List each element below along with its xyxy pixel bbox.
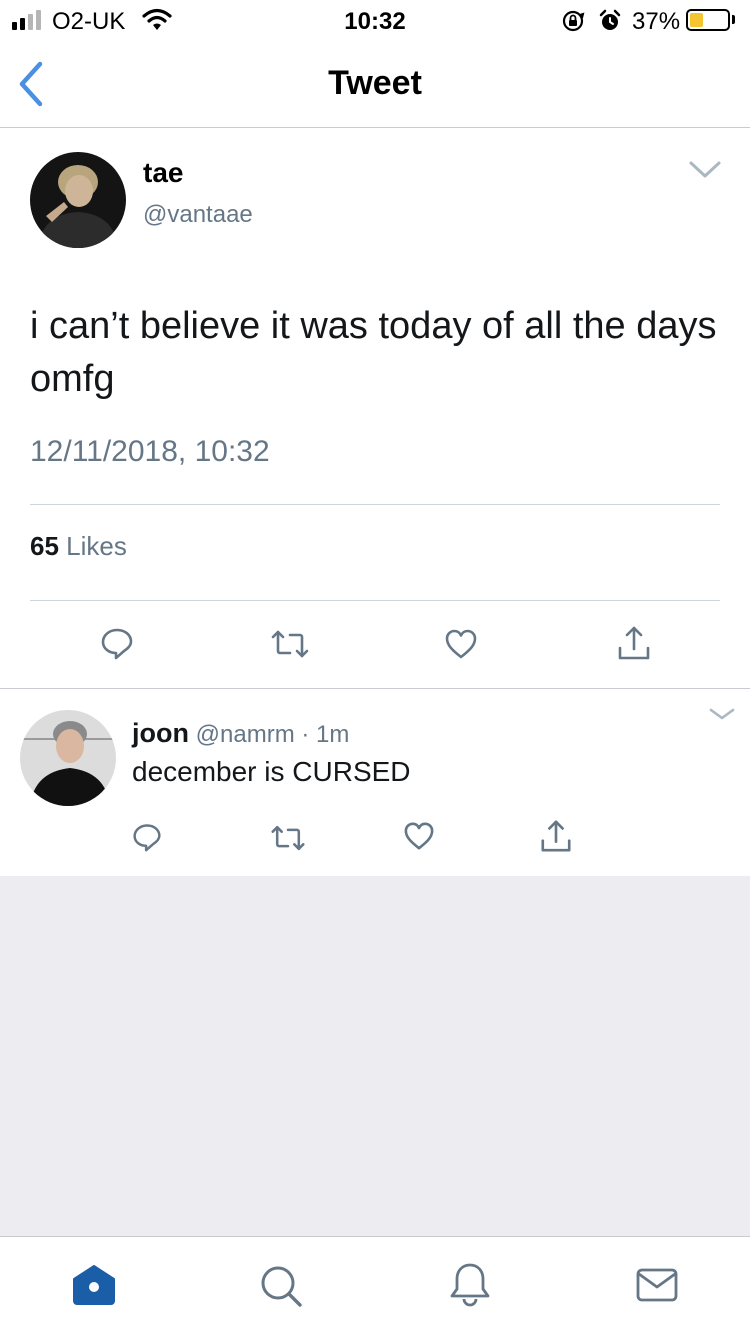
navigation-bar: Tweet [0,40,750,128]
chevron-down-icon[interactable] [688,159,722,181]
retweet-icon[interactable] [270,629,310,659]
status-bar: O2-UK 10:32 37% [0,0,750,40]
profile-photo [20,710,116,806]
avatar[interactable] [20,710,116,806]
reply-tweet[interactable]: joon @namrm · 1m december is CURSED [0,690,750,876]
share-icon[interactable] [617,625,651,661]
battery-percentage: 37% [632,8,681,35]
messages-icon[interactable] [636,1267,678,1303]
reply-age: 1m [316,721,350,748]
battery-level-fill [690,13,703,27]
main-tweet: tae @vantaae i can’t believe it was toda… [0,129,750,689]
likes-count[interactable]: 65 Likes [30,531,127,562]
battery-nub [732,15,735,24]
separator-dot: · [301,721,310,748]
likes-label: Likes [66,531,127,561]
notifications-icon[interactable] [448,1261,492,1309]
like-icon[interactable] [444,628,478,660]
alarm-clock-icon [599,9,621,30]
search-icon[interactable] [258,1263,304,1309]
divider [30,600,720,601]
reply-icon[interactable] [100,626,134,660]
reply-icon[interactable] [132,822,162,852]
tweet-timestamp: 12/11/2018, 10:32 [30,435,270,468]
empty-timeline-area [0,876,750,1236]
author-name[interactable]: tae [143,157,183,189]
rotation-lock-icon [562,10,585,32]
reply-header: joon @namrm · 1m [132,718,349,749]
retweet-icon[interactable] [270,824,306,852]
battery-icon [686,9,730,31]
chevron-down-icon[interactable] [708,706,736,722]
share-icon[interactable] [539,819,573,853]
author-handle[interactable]: @vantaae [143,201,253,229]
reply-text: december is CURSED [132,756,411,787]
likes-number: 65 [30,531,59,561]
page-title: Tweet [328,64,422,102]
avatar[interactable] [30,152,126,248]
tweet-text: i can’t believe it was today of all the … [30,305,717,400]
profile-photo [30,152,126,248]
home-icon[interactable] [71,1263,117,1307]
reply-author-name[interactable]: joon [132,718,189,748]
divider [30,504,720,505]
like-icon[interactable] [403,821,435,851]
tab-bar [0,1236,750,1334]
reply-author-handle[interactable]: @namrm [196,721,295,748]
